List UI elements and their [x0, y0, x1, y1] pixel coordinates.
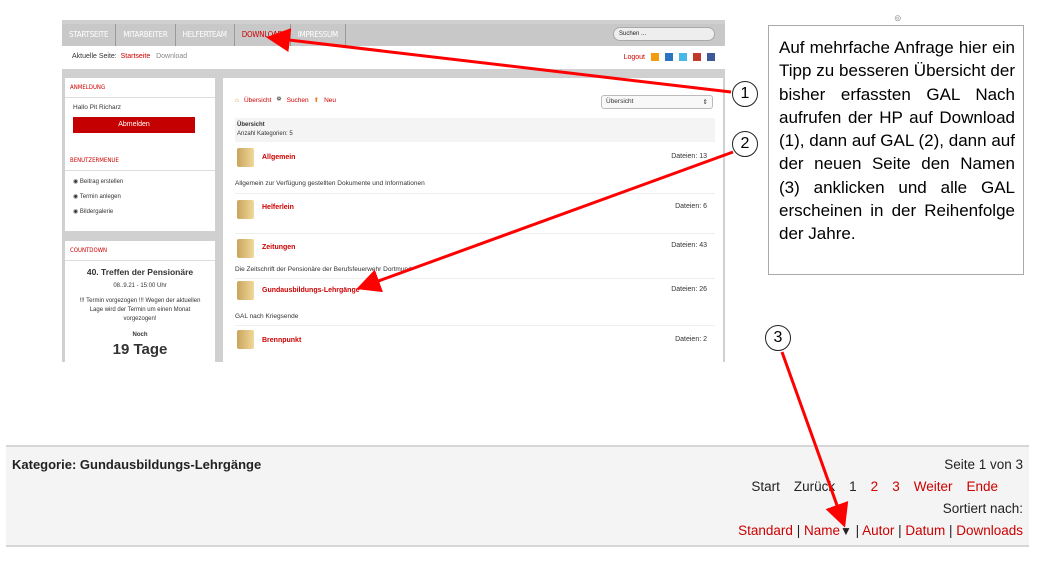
- arrow-1: [266, 28, 732, 94]
- arrow-2: [356, 150, 734, 293]
- arrow-3: [780, 351, 849, 528]
- annotation-arrows: [266, 28, 849, 528]
